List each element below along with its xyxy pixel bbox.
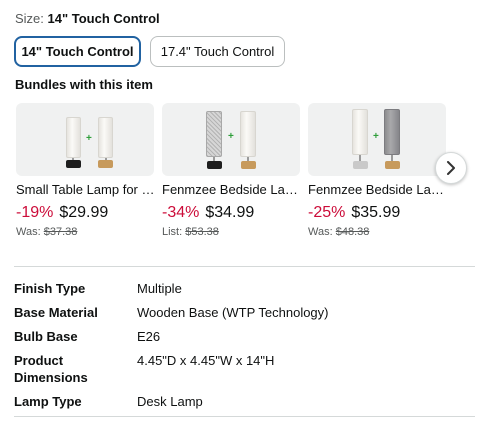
bundle-card[interactable]: + Fenmzee Bedside Lamp for Bedroom Set o…	[308, 103, 448, 238]
spec-value: E26	[137, 329, 161, 344]
bundle-product-image[interactable]: +	[308, 103, 446, 176]
spec-key: Product Dimensions	[14, 353, 88, 385]
spec-row: Bulb Base E26	[14, 328, 474, 345]
reference-amount: $48.38	[335, 226, 370, 238]
section-divider	[14, 416, 475, 417]
spec-value: Wooden Base (WTP Technology)	[137, 305, 329, 320]
option-label: 17.4" Touch Control	[160, 44, 275, 59]
price: $35.99	[351, 204, 401, 221]
plus-icon: +	[373, 131, 379, 142]
reference-label: Was:	[16, 226, 41, 238]
discount-percent: -19%	[16, 204, 54, 221]
bundle-title[interactable]: Fenmzee Bedside Lamp for Bedroom Set of …	[162, 182, 302, 198]
size-selector-label: Size: 14" Touch Control	[15, 11, 160, 26]
spec-row: Product Dimensions 4.45"D x 4.45"W x 14"…	[14, 352, 474, 386]
option-17-4-touch-control[interactable]: 17.4" Touch Control	[150, 36, 285, 67]
spec-key: Base Material	[14, 305, 98, 320]
bundles-heading: Bundles with this item	[15, 77, 153, 92]
spec-value: Desk Lamp	[137, 394, 203, 409]
chevron-right-icon	[447, 161, 455, 175]
reference-price: List: $53.38	[162, 226, 302, 238]
spec-row: Finish Type Multiple	[14, 280, 474, 297]
reference-amount: $37.38	[43, 226, 78, 238]
spec-value: 4.45"D x 4.45"W x 14"H	[137, 353, 275, 368]
spec-row: Base Material Wooden Base (WTP Technolog…	[14, 304, 474, 321]
price: $29.99	[59, 204, 109, 221]
spec-key: Bulb Base	[14, 329, 78, 344]
bundle-title[interactable]: Fenmzee Bedside Lamp for Bedroom Set of …	[308, 182, 448, 198]
product-specs-table: Finish Type Multiple Base Material Woode…	[14, 280, 474, 417]
plus-icon: +	[86, 133, 92, 144]
spec-row: Lamp Type Desk Lamp	[14, 393, 474, 410]
reference-amount: $53.38	[185, 226, 219, 238]
reference-price: Was: $48.38	[308, 226, 448, 238]
reference-label: List:	[162, 226, 183, 238]
bundle-title[interactable]: Small Table Lamp for Bedroom - Bedside L…	[16, 182, 156, 198]
option-label: 14" Touch Control	[21, 44, 134, 59]
section-divider	[14, 266, 475, 267]
bundle-product-image[interactable]: +	[16, 103, 154, 176]
discount-percent: -34%	[162, 204, 200, 221]
spec-key: Lamp Type	[14, 394, 82, 409]
price: $34.99	[205, 204, 255, 221]
bundle-card[interactable]: + Small Table Lamp for Bedroom - Bedside…	[16, 103, 156, 238]
size-label: Size:	[15, 11, 44, 26]
reference-label: Was:	[308, 226, 333, 238]
bundle-card[interactable]: + Fenmzee Bedside Lamp for Bedroom Set o…	[162, 103, 302, 238]
discount-percent: -25%	[308, 204, 346, 221]
size-value: 14" Touch Control	[47, 11, 160, 26]
carousel-next-button[interactable]	[435, 152, 467, 184]
spec-value: Multiple	[137, 281, 182, 296]
option-14-touch-control[interactable]: 14" Touch Control	[14, 36, 141, 67]
bundle-product-image[interactable]: +	[162, 103, 300, 176]
reference-price: Was: $37.38	[16, 226, 156, 238]
plus-icon: +	[228, 131, 234, 142]
spec-key: Finish Type	[14, 281, 86, 296]
